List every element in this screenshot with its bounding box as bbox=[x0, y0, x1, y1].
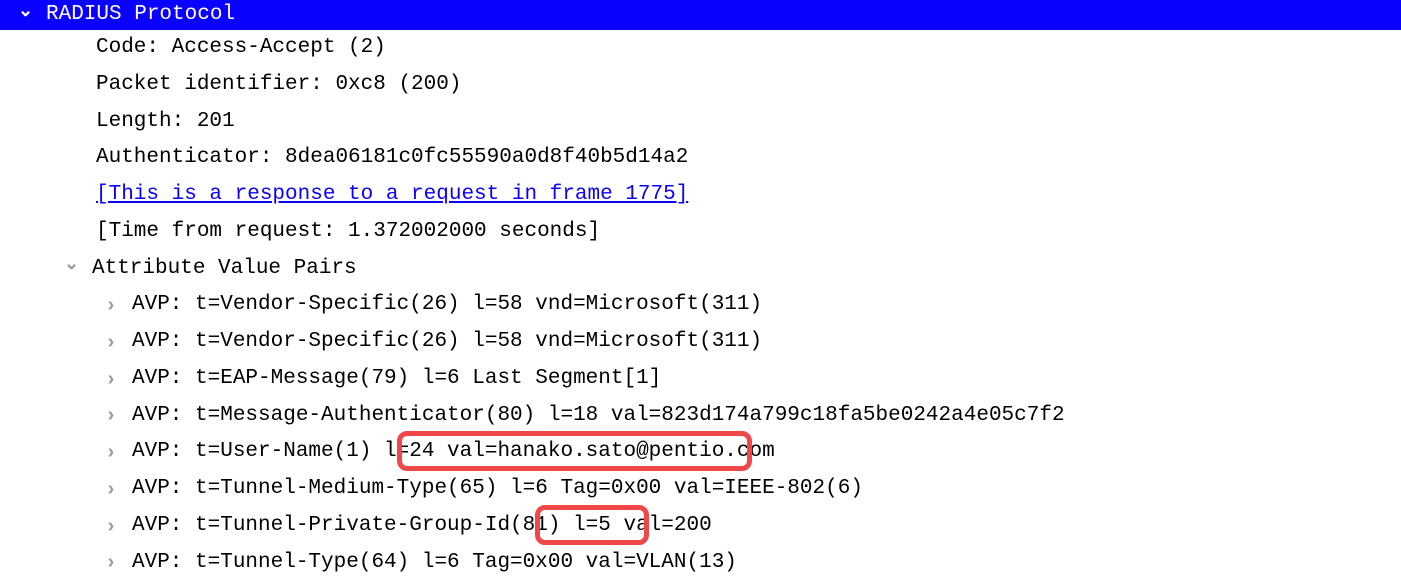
avp-row[interactable]: AVP: t=Vendor-Specific(26) l=58 vnd=Micr… bbox=[104, 324, 1401, 361]
chevron-right-icon[interactable] bbox=[104, 435, 118, 470]
avp-text: AVP: t=Tunnel-Private-Group-Id(81) l=5 v… bbox=[132, 508, 712, 545]
chevron-down-icon[interactable] bbox=[64, 253, 78, 285]
avp-row-username[interactable]: AVP: t=User-Name(1) l=24 val=hanako.sato… bbox=[104, 434, 1401, 471]
protocol-title: RADIUS Protocol bbox=[46, 0, 235, 30]
avp-list: AVP: t=Vendor-Specific(26) l=58 vnd=Micr… bbox=[0, 287, 1401, 581]
avp-text: AVP: t=Vendor-Specific(26) l=58 vnd=Micr… bbox=[132, 287, 762, 324]
avp-row-groupid[interactable]: AVP: t=Tunnel-Private-Group-Id(81) l=5 v… bbox=[104, 508, 1401, 545]
chevron-right-icon[interactable] bbox=[104, 288, 118, 323]
avp-text: AVP: t=Vendor-Specific(26) l=58 vnd=Micr… bbox=[132, 324, 762, 361]
chevron-right-icon[interactable] bbox=[104, 398, 118, 433]
protocol-fields: Code: Access-Accept (2) Packet identifie… bbox=[0, 30, 1401, 251]
avp-row[interactable]: AVP: t=Tunnel-Type(64) l=6 Tag=0x00 val=… bbox=[104, 545, 1401, 582]
chevron-right-icon[interactable] bbox=[104, 325, 118, 360]
chevron-down-icon[interactable] bbox=[18, 0, 32, 30]
chevron-right-icon[interactable] bbox=[104, 545, 118, 580]
avp-row[interactable]: AVP: t=EAP-Message(79) l=6 Last Segment[… bbox=[104, 361, 1401, 398]
avp-section-header[interactable]: Attribute Value Pairs bbox=[0, 251, 1401, 288]
avp-text: AVP: t=Tunnel-Type(64) l=6 Tag=0x00 val=… bbox=[132, 545, 737, 582]
avp-row[interactable]: AVP: t=Vendor-Specific(26) l=58 vnd=Micr… bbox=[104, 287, 1401, 324]
field-response-link[interactable]: [This is a response to a request in fram… bbox=[96, 177, 1401, 214]
avp-text: AVP: t=User-Name(1) l=24 val=hanako.sato… bbox=[132, 434, 775, 471]
avp-section-title: Attribute Value Pairs bbox=[92, 251, 357, 288]
field-time[interactable]: [Time from request: 1.372002000 seconds] bbox=[96, 214, 1401, 251]
chevron-right-icon[interactable] bbox=[104, 472, 118, 507]
field-packet-id[interactable]: Packet identifier: 0xc8 (200) bbox=[96, 67, 1401, 104]
avp-text: AVP: t=EAP-Message(79) l=6 Last Segment[… bbox=[132, 361, 661, 398]
chevron-right-icon[interactable] bbox=[104, 362, 118, 397]
field-authenticator[interactable]: Authenticator: 8dea06181c0fc55590a0d8f40… bbox=[96, 140, 1401, 177]
field-code[interactable]: Code: Access-Accept (2) bbox=[96, 30, 1401, 67]
field-length[interactable]: Length: 201 bbox=[96, 104, 1401, 141]
avp-row[interactable]: AVP: t=Message-Authenticator(80) l=18 va… bbox=[104, 398, 1401, 435]
avp-text: AVP: t=Tunnel-Medium-Type(65) l=6 Tag=0x… bbox=[132, 471, 863, 508]
protocol-header[interactable]: RADIUS Protocol bbox=[0, 0, 1401, 30]
avp-text: AVP: t=Message-Authenticator(80) l=18 va… bbox=[132, 398, 1065, 435]
chevron-right-icon[interactable] bbox=[104, 509, 118, 544]
avp-row[interactable]: AVP: t=Tunnel-Medium-Type(65) l=6 Tag=0x… bbox=[104, 471, 1401, 508]
